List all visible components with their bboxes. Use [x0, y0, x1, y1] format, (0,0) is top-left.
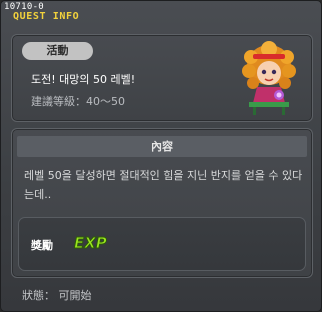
recommended-level: 建議等級：40～50 — [31, 95, 125, 108]
window-title: QUEST INFO — [13, 11, 80, 22]
quest-title: 도전! 대망의 50 레벨! — [31, 73, 136, 86]
quest-status: 狀態： 可開始 — [22, 289, 92, 302]
svg-text:EXP: EXP — [74, 234, 107, 252]
quest-info-window: 10710-0 QUEST INFO 活動 도전! 대망의 50 레벨! 建議等… — [0, 0, 322, 312]
quest-description: 레벨 50을 달성하면 절대적인 힘을 지닌 반지를 얻을 수 있다는데.. — [24, 169, 303, 201]
quest-content-panel: 內容 레벨 50을 달성하면 절대적인 힘을 지닌 반지를 얻을 수 있다는데.… — [11, 128, 313, 278]
reward-box: 獎勵 EXP — [18, 217, 306, 271]
exp-icon: EXP — [74, 234, 108, 253]
category-badge: 活動 — [22, 42, 93, 60]
content-header: 內容 — [17, 136, 307, 157]
reward-label: 獎勵 — [31, 239, 53, 252]
npc-portrait — [242, 41, 296, 115]
quest-summary-panel: 活動 도전! 대망의 50 레벨! 建議等級：40～50 — [11, 34, 313, 122]
